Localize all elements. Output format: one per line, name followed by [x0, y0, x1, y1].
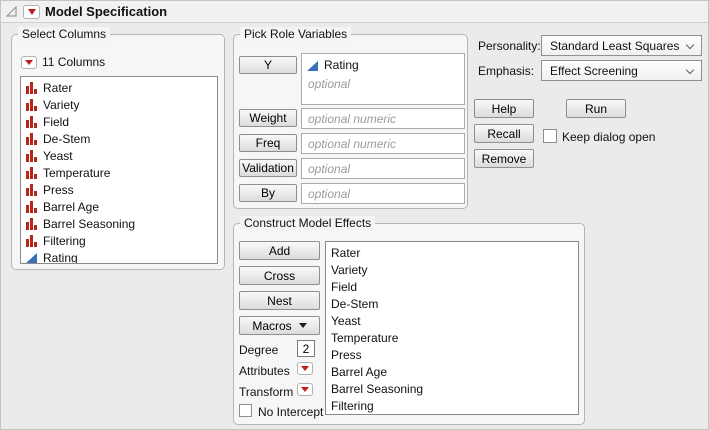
list-item[interactable]: Field — [21, 113, 217, 130]
freq-role-placeholder: optional numeric — [302, 134, 464, 154]
attributes-label: Attributes — [239, 364, 290, 378]
model-specification-dialog: Model Specification Select Columns 11 Co… — [0, 0, 709, 430]
list-item[interactable]: Barrel Age — [21, 198, 217, 215]
validation-role-button[interactable]: Validation — [239, 159, 297, 177]
nominal-column-icon — [25, 149, 38, 162]
by-role-box[interactable]: optional — [301, 183, 465, 204]
y-role-placeholder: optional — [302, 74, 464, 94]
run-button[interactable]: Run — [566, 99, 626, 118]
disclosure-triangle-icon[interactable] — [5, 5, 18, 18]
nominal-column-icon — [25, 98, 38, 111]
effect-item[interactable]: Yeast — [326, 312, 578, 329]
freq-role-button[interactable]: Freq — [239, 134, 297, 152]
no-intercept-checkbox[interactable] — [239, 404, 252, 417]
nominal-column-icon — [25, 166, 38, 179]
freq-role-box[interactable]: optional numeric — [301, 133, 465, 154]
transform-red-triangle-button[interactable] — [297, 383, 313, 396]
list-item[interactable]: Barrel Seasoning — [21, 215, 217, 232]
validation-role-placeholder: optional — [302, 159, 464, 179]
recall-button[interactable]: Recall — [474, 124, 534, 143]
select-columns-legend: Select Columns — [18, 27, 110, 41]
y-role-button[interactable]: Y — [239, 56, 297, 74]
chevron-down-icon — [686, 41, 694, 49]
degree-input[interactable] — [297, 340, 315, 357]
add-button[interactable]: Add — [239, 241, 320, 260]
list-item[interactable]: Yeast — [21, 147, 217, 164]
red-triangle-icon — [28, 9, 36, 15]
chevron-down-icon — [686, 66, 694, 74]
degree-label: Degree — [239, 343, 278, 357]
continuous-column-icon — [306, 59, 319, 72]
weight-role-button[interactable]: Weight — [239, 109, 297, 127]
continuous-column-icon — [25, 251, 38, 264]
effect-item[interactable]: Barrel Age — [326, 363, 578, 380]
page-title: Model Specification — [45, 4, 167, 19]
nominal-column-icon — [25, 183, 38, 196]
model-effects-list: Rater Variety Field De-Stem Yeast Temper… — [325, 241, 579, 415]
cross-button[interactable]: Cross — [239, 266, 320, 285]
effect-item[interactable]: Rater — [326, 244, 578, 261]
macros-button[interactable]: Macros — [239, 316, 320, 335]
personality-select[interactable]: Standard Least Squares — [541, 35, 702, 56]
red-triangle-icon — [301, 366, 309, 371]
list-item[interactable]: Temperature — [21, 164, 217, 181]
red-triangle-menu-button[interactable] — [23, 5, 40, 19]
nominal-column-icon — [25, 132, 38, 145]
effect-item[interactable]: Temperature — [326, 329, 578, 346]
attributes-red-triangle-button[interactable] — [297, 362, 313, 375]
help-button[interactable]: Help — [474, 99, 534, 118]
list-item[interactable]: Variety — [21, 96, 217, 113]
effect-item[interactable]: Barrel Seasoning — [326, 380, 578, 397]
effect-item[interactable]: Variety — [326, 261, 578, 278]
list-item[interactable]: Rater — [21, 79, 217, 96]
effect-item[interactable]: Press — [326, 346, 578, 363]
columns-list: Rater Variety Field De-Stem Yeast Temper… — [20, 76, 218, 264]
dropdown-arrow-icon — [299, 323, 307, 328]
effect-item[interactable]: Filtering — [326, 397, 578, 414]
select-columns-panel: Select Columns 11 Columns Rater Variety … — [11, 34, 225, 270]
nest-button[interactable]: Nest — [239, 291, 320, 310]
outline-header: Model Specification — [1, 1, 708, 23]
list-item[interactable]: Rating — [21, 249, 217, 264]
pick-role-variables-panel: Pick Role Variables Y Rating optional We… — [233, 34, 468, 209]
by-role-placeholder: optional — [302, 184, 464, 204]
no-intercept-label: No Intercept — [258, 405, 323, 419]
keep-dialog-open-checkbox[interactable] — [543, 129, 557, 143]
columns-red-triangle-menu-button[interactable] — [21, 56, 37, 69]
red-triangle-icon — [301, 387, 309, 392]
emphasis-select[interactable]: Effect Screening — [541, 60, 702, 81]
columns-count-label: 11 Columns — [42, 55, 105, 69]
keep-dialog-open-label: Keep dialog open — [562, 130, 655, 144]
construct-model-effects-legend: Construct Model Effects — [240, 216, 375, 230]
list-item[interactable]: Filtering — [21, 232, 217, 249]
list-item[interactable]: Press — [21, 181, 217, 198]
pick-role-variables-legend: Pick Role Variables — [240, 27, 351, 41]
effect-item[interactable]: Field — [326, 278, 578, 295]
validation-role-box[interactable]: optional — [301, 158, 465, 179]
effect-item[interactable]: De-Stem — [326, 295, 578, 312]
red-triangle-icon — [25, 60, 33, 65]
weight-role-box[interactable]: optional numeric — [301, 108, 465, 129]
emphasis-label: Emphasis: — [478, 64, 534, 78]
remove-button[interactable]: Remove — [474, 149, 534, 168]
construct-model-effects-panel: Construct Model Effects Add Cross Nest M… — [233, 223, 585, 425]
by-role-button[interactable]: By — [239, 184, 297, 202]
nominal-column-icon — [25, 81, 38, 94]
weight-role-placeholder: optional numeric — [302, 109, 464, 129]
transform-label: Transform — [239, 385, 293, 399]
nominal-column-icon — [25, 217, 38, 230]
y-role-box[interactable]: Rating optional — [301, 53, 465, 105]
list-item[interactable]: De-Stem — [21, 130, 217, 147]
y-role-assigned-item[interactable]: Rating — [302, 54, 464, 74]
nominal-column-icon — [25, 200, 38, 213]
personality-label: Personality: — [478, 39, 541, 53]
nominal-column-icon — [25, 234, 38, 247]
nominal-column-icon — [25, 115, 38, 128]
